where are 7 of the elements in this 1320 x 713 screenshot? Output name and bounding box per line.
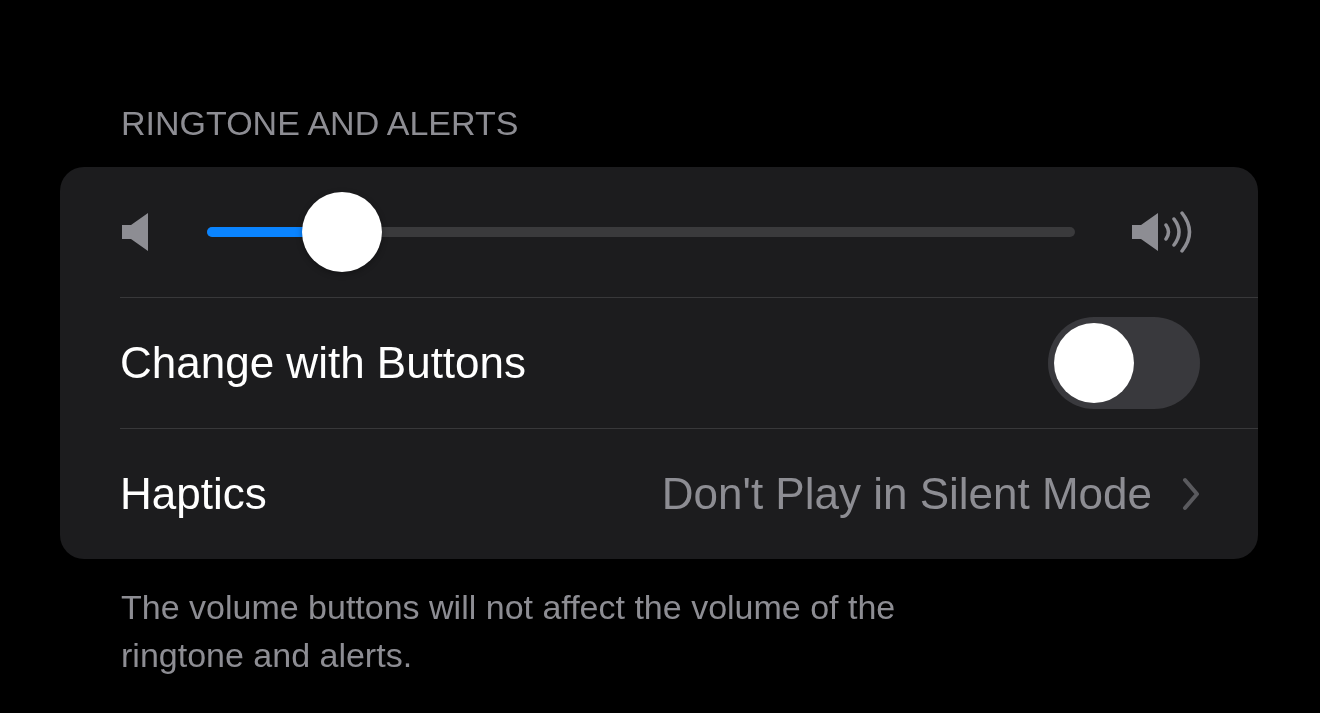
row-label: Change with Buttons [120, 338, 528, 388]
row-value[interactable]: Don't Play in Silent Mode [661, 469, 1152, 519]
volume-slider[interactable] [207, 192, 1075, 272]
footer-note: The volume buttons will not affect the volume of the ringtone and alerts. [120, 587, 897, 676]
row-label: Haptics [120, 469, 268, 519]
chevron-right-icon [1182, 477, 1200, 511]
section-header: RINGTONE AND ALERTS [120, 103, 520, 144]
